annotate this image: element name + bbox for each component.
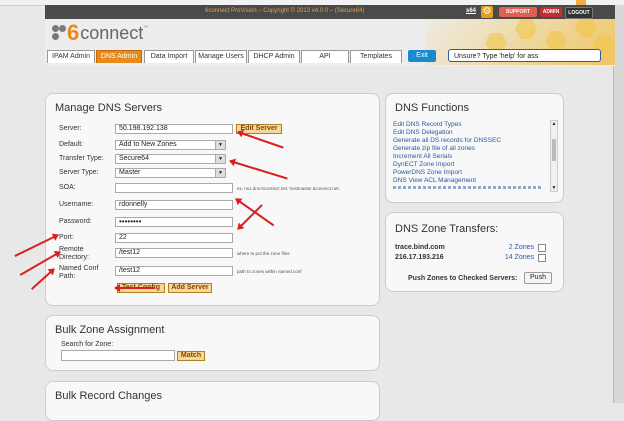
annotation-arrow	[114, 284, 155, 292]
transfer-server: 216.17.193.216	[395, 254, 444, 261]
manage-dns-servers-panel: Manage DNS Servers Server: 50.198.192.13…	[45, 93, 380, 306]
function-link[interactable]: Increment All Serials	[393, 153, 452, 160]
admin-button[interactable]: ADMIN	[540, 7, 562, 17]
logo-dots-icon	[52, 25, 66, 41]
scroll-up-icon[interactable]: ▲	[551, 121, 557, 127]
named-conf-label-1: Named Conf	[59, 265, 99, 272]
function-link[interactable]: Edit DNS Record Types	[393, 121, 462, 128]
dns-zone-transfers-panel: DNS Zone Transfers: trace.bind.com 2 Zon…	[385, 212, 564, 292]
6connect-logo: 6 connect ™	[52, 22, 148, 44]
password-field[interactable]: ••••••••	[115, 217, 233, 227]
add-server-button[interactable]: Add Server	[168, 283, 212, 293]
remote-directory-field[interactable]: /test12	[115, 248, 233, 258]
chevron-down-icon: ▼	[215, 169, 225, 177]
help-command-input[interactable]: Unsure? Type 'help' for ass	[448, 49, 601, 62]
username-label: Username:	[59, 201, 94, 208]
chevron-down-icon: ▼	[215, 155, 225, 163]
server-type-select[interactable]: Master ▼	[115, 168, 226, 178]
match-button[interactable]: Match	[177, 351, 205, 361]
app-header: 6connect ProVision – Copyright © 2013 v4…	[45, 5, 615, 66]
remote-directory-label-1: Remote	[59, 246, 84, 253]
exit-button[interactable]: Exit	[408, 50, 436, 62]
function-link[interactable]: PowerDNS Zone Import	[393, 169, 462, 176]
transfer-checkbox[interactable]	[538, 244, 546, 252]
transfer-type-label: Transfer Type:	[59, 155, 104, 162]
named-conf-hint: path to zones within named.conf	[237, 269, 302, 274]
remote-directory-hint: where to put the zone files	[237, 251, 290, 256]
gear-icon[interactable]: ⚙	[481, 6, 493, 18]
push-zones-label: Push Zones to Checked Servers:	[408, 275, 518, 282]
bulk-record-changes-panel: Bulk Record Changes	[45, 381, 380, 421]
port-label: Port:	[59, 234, 74, 241]
tab-templates[interactable]: Templates	[350, 50, 402, 63]
search-zone-label: Search for Zone:	[61, 341, 114, 348]
remote-directory-label-2: Directory:	[59, 254, 89, 261]
soa-hint: ex: ns1.dns.6connect.net. hostmaster.6co…	[237, 186, 340, 191]
tab-dns-admin[interactable]: DNS Admin	[96, 50, 142, 63]
server-label: Server:	[59, 125, 82, 132]
function-link[interactable]: DynECT Zone Import	[393, 161, 454, 168]
default-select-value: Add to New Zones	[119, 141, 177, 148]
tab-data-import[interactable]: Data Import	[144, 50, 194, 63]
soa-label: SOA:	[59, 184, 76, 191]
function-link[interactable]: DNS View ACL Management	[393, 177, 476, 184]
default-label: Default:	[59, 141, 84, 148]
dns-functions-panel: DNS Functions Edit DNS Record Types Edit…	[385, 93, 564, 203]
panel-title: Bulk Zone Assignment	[55, 324, 165, 336]
scrollbar-thumb[interactable]	[552, 139, 556, 161]
named-conf-label-2: Path:	[59, 273, 76, 280]
search-zone-input[interactable]	[61, 350, 175, 361]
default-select[interactable]: Add to New Zones ▼	[115, 140, 226, 150]
bulk-zone-assignment-panel: Bulk Zone Assignment Search for Zone: Ma…	[45, 315, 380, 371]
panel-title: Bulk Record Changes	[55, 390, 163, 402]
function-link[interactable]: Generate zip file of all zones	[393, 145, 475, 152]
transfer-type-value: Secure64	[119, 155, 149, 162]
copyright-text: 6connect ProVision – Copyright © 2013 v4…	[205, 8, 365, 14]
transfer-server: trace.bind.com	[395, 244, 445, 251]
password-label: Password:	[59, 218, 92, 225]
transfer-zone-count[interactable]: 2 Zones	[490, 244, 534, 251]
transfer-checkbox[interactable]	[538, 254, 546, 262]
soa-field[interactable]	[115, 183, 233, 193]
username-field[interactable]: rdonnelly	[115, 200, 233, 210]
push-button[interactable]: Push	[524, 272, 552, 284]
scroll-down-icon[interactable]: ▼	[551, 185, 557, 191]
header-topbar: 6connect ProVision – Copyright © 2013 v4…	[45, 5, 615, 19]
tab-manage-users[interactable]: Manage Users	[195, 50, 247, 63]
current-user-link[interactable]: s64	[466, 8, 476, 14]
function-link[interactable]: Edit DNS Delegation	[393, 129, 453, 136]
tab-api[interactable]: API	[301, 50, 349, 63]
tab-ipam-admin[interactable]: IPAM Admin	[47, 50, 95, 63]
panel-title: DNS Functions	[395, 102, 469, 114]
server-field[interactable]: 50.198.192.138	[115, 124, 233, 134]
support-button[interactable]: SUPPORT	[499, 7, 537, 17]
panel-title: Manage DNS Servers	[55, 102, 162, 114]
port-field[interactable]: 22	[115, 233, 233, 243]
server-type-value: Master	[119, 169, 141, 176]
functions-scrollbar[interactable]: ▲ ▼	[550, 120, 558, 192]
chevron-down-icon: ▼	[215, 141, 225, 149]
transfer-type-select[interactable]: Secure64 ▼	[115, 154, 226, 164]
function-link[interactable]: Generate all DS records for DNSSEC	[393, 137, 501, 144]
panel-title: DNS Zone Transfers:	[395, 223, 499, 235]
server-type-label: Server Type:	[59, 169, 99, 176]
clipped-link-row	[393, 186, 543, 189]
logout-button[interactable]: LOGOUT	[565, 7, 593, 19]
tab-dhcp-admin[interactable]: DHCP Admin	[248, 50, 300, 63]
transfer-zone-count[interactable]: 14 Zones	[490, 254, 534, 261]
named-conf-path-field[interactable]: /test12	[115, 266, 233, 276]
